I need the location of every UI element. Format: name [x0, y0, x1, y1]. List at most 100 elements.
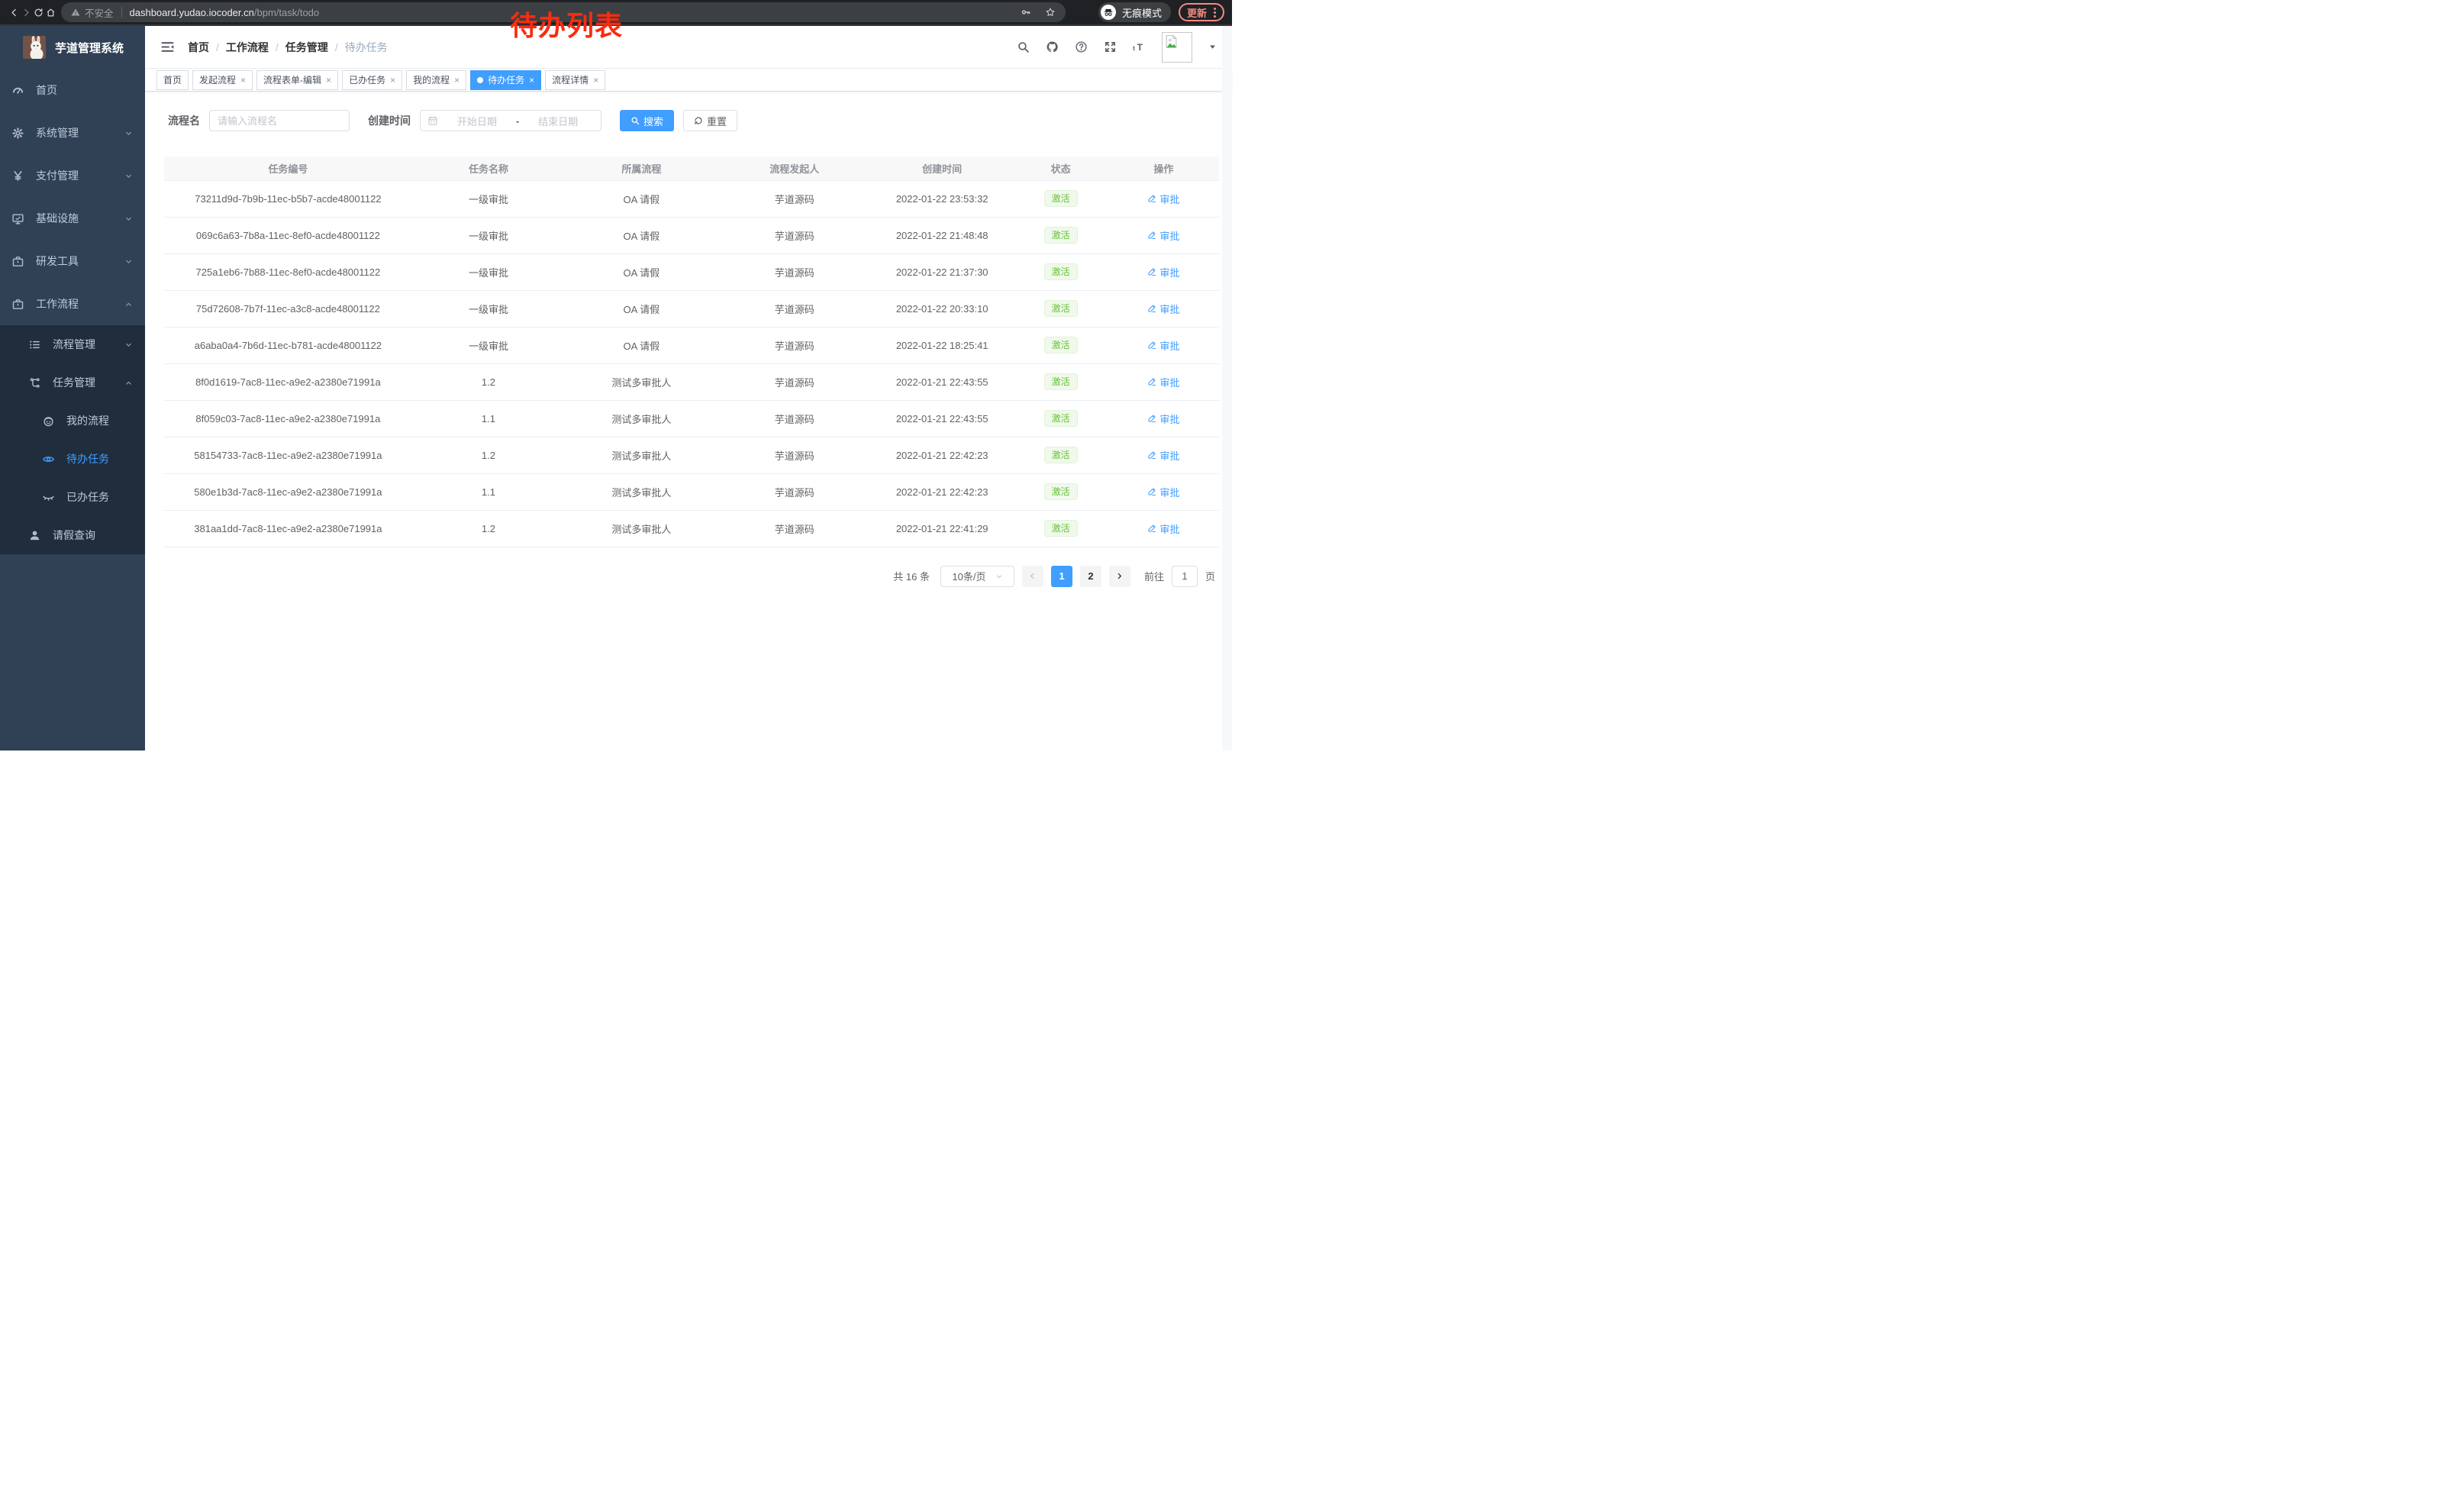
- browser-home-icon[interactable]: [44, 6, 56, 18]
- chevron-up-icon: [124, 300, 133, 308]
- tab-form-edit[interactable]: 流程表单-编辑 ×: [256, 70, 338, 90]
- next-page-button[interactable]: [1109, 566, 1130, 587]
- browser-reload-icon[interactable]: [32, 6, 44, 18]
- reset-button-label: 重置: [707, 114, 727, 128]
- github-icon[interactable]: [1046, 40, 1059, 53]
- tab-label: 流程详情: [552, 73, 589, 86]
- sidebar-item-label: 研发工具: [36, 253, 79, 269]
- created-time-cell: 2022-01-21 22:42:23: [871, 473, 1014, 510]
- sidebar-item-infrastructure[interactable]: 基础设施: [0, 197, 145, 240]
- password-key-icon[interactable]: [1021, 7, 1031, 18]
- column-header: 创建时间: [871, 157, 1014, 180]
- avatar-caret-down-icon[interactable]: [1208, 43, 1217, 51]
- sidebar-item-task-mgmt[interactable]: 任务管理: [0, 363, 145, 402]
- avatar[interactable]: [1162, 32, 1192, 63]
- security-label[interactable]: 不安全: [85, 5, 114, 20]
- search-button[interactable]: 搜索: [620, 110, 674, 131]
- sidebar-item-payment-mgmt[interactable]: 支付管理: [0, 154, 145, 197]
- sidebar: 芋道管理系统 首页系统管理支付管理基础设施研发工具工作流程流程管理任务管理我的流…: [0, 26, 145, 750]
- approve-button[interactable]: 审批: [1147, 192, 1179, 206]
- sidebar-collapse-icon[interactable]: [160, 40, 175, 54]
- sidebar-item-dev-tools[interactable]: 研发工具: [0, 240, 145, 282]
- sidebar-item-todo-tasks[interactable]: 待办任务: [0, 440, 145, 478]
- sidebar-item-my-process[interactable]: 我的流程: [0, 402, 145, 440]
- tab-done-tasks[interactable]: 已办任务×: [342, 70, 402, 90]
- fullscreen-icon[interactable]: [1104, 40, 1117, 53]
- table-row: 8f0d1619-7ac8-11ec-a9e2-a2380e71991a1.2测…: [164, 363, 1219, 400]
- font-size-icon[interactable]: tT: [1133, 40, 1146, 53]
- sidebar-item-label: 流程管理: [53, 337, 95, 352]
- scrollbar-gutter[interactable]: [1222, 26, 1232, 750]
- app-logo-row[interactable]: 芋道管理系统: [0, 26, 145, 69]
- tab-start-process[interactable]: 发起流程×: [192, 70, 253, 90]
- approve-button[interactable]: 审批: [1147, 265, 1179, 279]
- edit-pen-icon: [1147, 194, 1156, 203]
- process-cell: OA 请假: [565, 253, 718, 290]
- column-header: 流程发起人: [718, 157, 871, 180]
- tab-close-icon[interactable]: ×: [240, 76, 246, 85]
- status-cell: 激活: [1013, 327, 1108, 363]
- tab-my-process[interactable]: 我的流程×: [406, 70, 466, 90]
- edit-pen-icon: [1147, 341, 1156, 350]
- approve-button[interactable]: 审批: [1147, 448, 1179, 463]
- svg-text:t: t: [1133, 44, 1135, 52]
- approve-button[interactable]: 审批: [1147, 375, 1179, 389]
- process-name-input[interactable]: [209, 110, 350, 131]
- date-range-picker[interactable]: 开始日期 - 结束日期: [420, 110, 601, 131]
- tab-close-icon[interactable]: ×: [593, 76, 598, 85]
- approve-button[interactable]: 审批: [1147, 485, 1179, 499]
- tab-process-detail[interactable]: 流程详情 ×: [545, 70, 605, 90]
- approve-button[interactable]: 审批: [1147, 302, 1179, 316]
- search-icon[interactable]: [1017, 40, 1030, 53]
- tab-close-icon[interactable]: ×: [529, 76, 534, 85]
- sidebar-item-done-tasks[interactable]: 已办任务: [0, 478, 145, 516]
- process-cell: 测试多审批人: [565, 437, 718, 473]
- status-badge: 激活: [1044, 447, 1078, 463]
- tab-close-icon[interactable]: ×: [390, 76, 395, 85]
- browser-back-icon[interactable]: [8, 6, 20, 18]
- browser-forward-icon[interactable]: [20, 6, 32, 18]
- end-date-placeholder: 结束日期: [522, 114, 594, 128]
- browser-menu-icon[interactable]: [1214, 8, 1216, 18]
- approve-button[interactable]: 审批: [1147, 338, 1179, 353]
- bookmark-star-icon[interactable]: [1045, 7, 1056, 18]
- help-icon[interactable]: [1075, 40, 1088, 53]
- edit-pen-icon: [1147, 450, 1156, 460]
- page-button-2[interactable]: 2: [1080, 566, 1101, 587]
- page-size-select[interactable]: 10条/页: [940, 566, 1014, 587]
- filter-form: 流程名 创建时间 开始日期 - 结束日期 搜索 重置: [168, 110, 1232, 131]
- sidebar-item-process-mgmt[interactable]: 流程管理: [0, 325, 145, 363]
- goto-page-input[interactable]: [1172, 566, 1198, 587]
- table-row: 580e1b3d-7ac8-11ec-a9e2-a2380e71991a1.1测…: [164, 473, 1219, 510]
- tab-todo-tasks[interactable]: 待办任务×: [470, 70, 541, 90]
- sidebar-item-workflow[interactable]: 工作流程: [0, 282, 145, 325]
- sidebar-item-label: 基础设施: [36, 211, 79, 226]
- sidebar-item-home[interactable]: 首页: [0, 69, 145, 111]
- reset-button[interactable]: 重置: [683, 110, 737, 131]
- tab-close-icon[interactable]: ×: [454, 76, 460, 85]
- page-button-1[interactable]: 1: [1051, 566, 1072, 587]
- breadcrumb-item[interactable]: 工作流程: [226, 40, 269, 55]
- task-name-cell: 一级审批: [412, 290, 565, 327]
- sidebar-item-leave-query[interactable]: 请假查询: [0, 516, 145, 554]
- initiator-cell: 芋道源码: [718, 327, 871, 363]
- chevron-down-icon: [124, 172, 133, 180]
- approve-button[interactable]: 审批: [1147, 521, 1179, 536]
- process-name-label: 流程名: [168, 113, 200, 128]
- breadcrumb-item[interactable]: 首页: [188, 40, 209, 55]
- approve-button[interactable]: 审批: [1147, 412, 1179, 426]
- column-header: 任务编号: [164, 157, 412, 180]
- breadcrumb-item[interactable]: 任务管理: [285, 40, 328, 55]
- prev-page-button[interactable]: [1022, 566, 1043, 587]
- tab-label: 首页: [163, 73, 182, 86]
- task-id-cell: 725a1eb6-7b88-11ec-8ef0-acde48001122: [164, 253, 412, 290]
- tab-label: 流程表单-编辑: [263, 73, 321, 86]
- tab-home[interactable]: 首页: [156, 70, 189, 90]
- face-icon: [41, 415, 55, 428]
- browser-update-button[interactable]: 更新: [1179, 3, 1224, 21]
- task-id-cell: a6aba0a4-7b6d-11ec-b781-acde48001122: [164, 327, 412, 363]
- process-cell: OA 请假: [565, 327, 718, 363]
- tab-close-icon[interactable]: ×: [326, 76, 331, 85]
- sidebar-item-system-mgmt[interactable]: 系统管理: [0, 111, 145, 154]
- approve-button[interactable]: 审批: [1147, 228, 1179, 243]
